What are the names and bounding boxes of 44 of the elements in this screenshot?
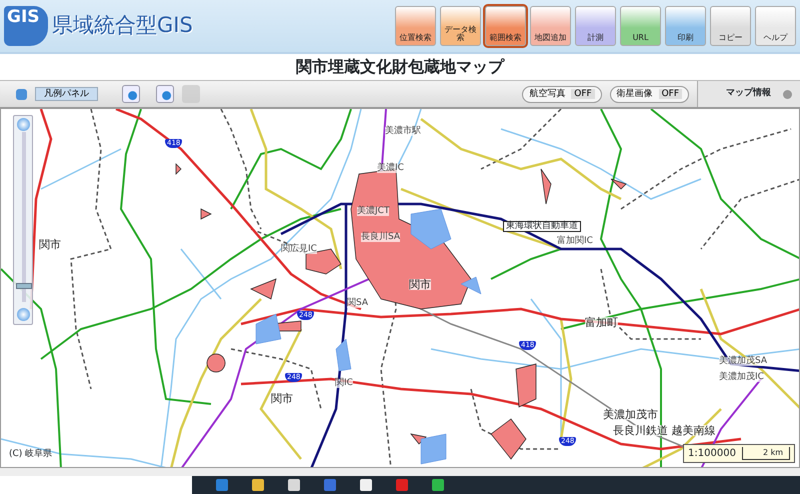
toolbar-button[interactable]: 計測	[575, 6, 616, 46]
toolbar-button[interactable]: 印刷	[665, 6, 706, 46]
map-label: 関SA	[347, 299, 368, 308]
map-label: 美濃加茂市	[603, 409, 658, 420]
taskbar-icon[interactable]	[288, 479, 300, 491]
layer-toggle[interactable]: 衛星画像 OFF	[610, 86, 689, 102]
map-label: 美濃JCT	[357, 207, 390, 216]
layer-toggle[interactable]: 航空写真 OFF	[522, 86, 602, 102]
zoom-slider[interactable]	[13, 115, 33, 325]
map-label: 関市	[39, 239, 61, 250]
logo: GIS	[4, 6, 48, 46]
scale-ratio: 1:100000	[688, 447, 736, 461]
taskbar-icon[interactable]	[432, 479, 444, 491]
map-label: 美濃加茂SA	[719, 357, 768, 366]
search-field[interactable]	[0, 476, 192, 494]
scale-bar: 2 km	[742, 447, 790, 460]
map-label: 富加関IC	[557, 237, 593, 246]
toolbar-button[interactable]: 地図追加	[530, 6, 571, 46]
toolbar-button[interactable]: コピー	[710, 6, 751, 46]
map-label: 長良川SA	[361, 233, 400, 242]
app-title: 県域統合型GIS	[52, 12, 193, 40]
toolbar-button[interactable]: URL	[620, 6, 661, 46]
map-label: 美濃加茂IC	[719, 373, 764, 382]
map-title: 関市埋蔵文化財包蔵地マップ	[296, 56, 504, 78]
taskbar-icon[interactable]	[324, 479, 336, 491]
taskbar-icon[interactable]	[216, 479, 228, 491]
map-label: 関市	[409, 279, 431, 290]
copyright-text: (C) 岐阜県	[9, 448, 52, 460]
toolbar-button[interactable]: 位置検索	[395, 6, 436, 46]
legend-panel-button[interactable]: 凡例パネル	[35, 87, 98, 101]
taskbar-icon[interactable]	[396, 479, 408, 491]
map-label: 関広見IC	[281, 245, 317, 254]
map-label: 関IC	[335, 379, 353, 388]
map-label: 美濃市駅	[385, 127, 421, 136]
slider-thumb[interactable]	[16, 282, 32, 289]
toolbar-button[interactable]: 範囲検索	[485, 6, 526, 46]
map-label: 長良川鉄道 越美南線	[613, 425, 716, 436]
taskbar-icon[interactable]	[360, 479, 372, 491]
taskbar-icon[interactable]	[252, 479, 264, 491]
map-label: 富加町	[585, 317, 618, 328]
toolbar-button[interactable]: データ検索	[440, 6, 481, 46]
map-label: 関市	[271, 393, 293, 404]
toolbar-button[interactable]: ヘルプ	[755, 6, 796, 46]
map-label: 美濃IC	[377, 164, 404, 173]
